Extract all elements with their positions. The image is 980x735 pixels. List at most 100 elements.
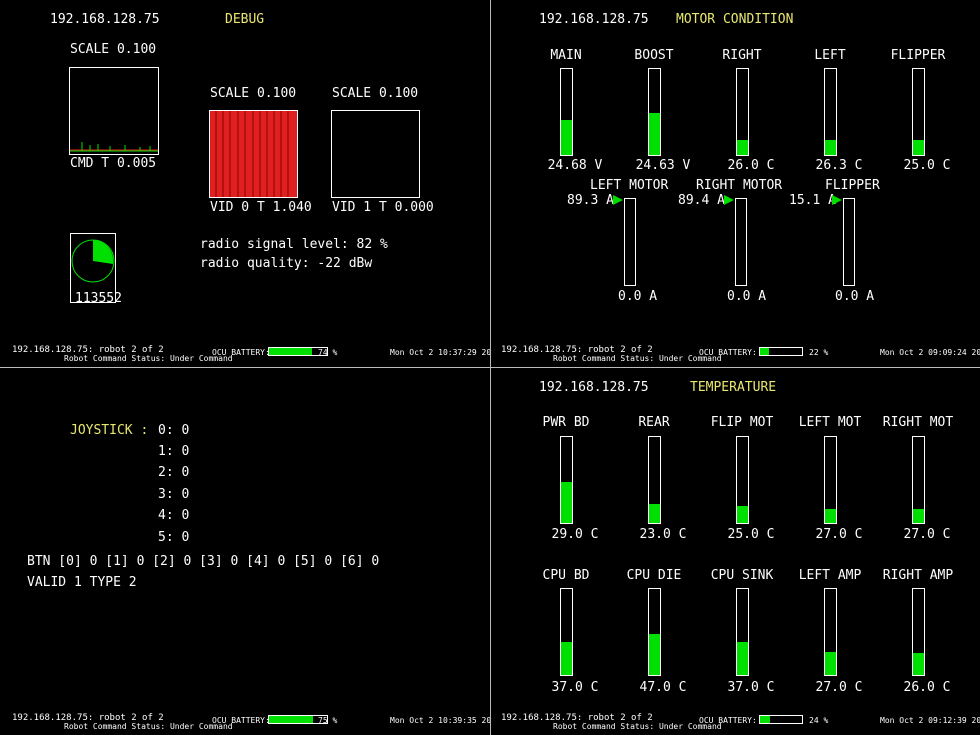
gauge-bar: [560, 588, 573, 676]
ocu-battery-percent: 74 %: [318, 348, 338, 357]
gauge-bar: [824, 68, 837, 156]
gauge-label: PWR BD: [542, 415, 590, 430]
gauge-bar: [560, 436, 573, 524]
joystick-axis-5: 5: 0: [158, 530, 190, 545]
gauge-bar: [736, 588, 749, 676]
current-right-arrow-icon: [724, 195, 734, 205]
gauge-fill: [913, 139, 924, 155]
cmd-plot: [69, 67, 159, 155]
gauge-fill: [913, 652, 924, 675]
gauge-value: 27.0 C: [815, 680, 863, 695]
gauge-bar: [648, 588, 661, 676]
ocu-battery-fill: [760, 348, 770, 355]
ocu-battery-bar: [759, 347, 803, 356]
gauge-fill: [913, 509, 924, 523]
status-command: Robot Command Status: Under Command: [64, 722, 233, 731]
status-time: Mon Oct 2 10:39:35 200: [390, 716, 490, 725]
gauge-fill: [825, 651, 836, 675]
gauge-label: RIGHT MOT: [882, 415, 954, 430]
joystick-axis-2: 2: 0: [158, 465, 190, 480]
cmd-plot-graph: [70, 142, 158, 152]
vid0-plot: [209, 110, 298, 198]
joystick-title: JOYSTICK :: [70, 423, 149, 438]
ocu-battery-label: OCU BATTERY:: [699, 716, 757, 725]
gauge-fill: [825, 509, 836, 523]
current-left-arrow-icon: [613, 195, 623, 205]
ocu-battery-fill: [760, 716, 771, 723]
gauge-fill: [561, 642, 572, 675]
temperature-panel: 192.168.128.75 TEMPERATURE PWR BD 29.0 C R…: [491, 368, 980, 735]
current-right-bottom: 0.0 A: [727, 289, 767, 304]
gauge-label: RIGHT: [722, 48, 762, 63]
panel-title: DEBUG: [225, 12, 265, 27]
current-left-label: LEFT MOTOR: [590, 178, 669, 193]
panel-ip: 192.168.128.75: [539, 12, 649, 27]
gauge-bar: [912, 588, 925, 676]
gauge-bar: [824, 436, 837, 524]
gauge-fill: [649, 633, 660, 675]
ocu-battery-label: OCU BATTERY:: [212, 348, 270, 357]
current-left-bar: [624, 198, 636, 286]
current-right-top: 89.4 A: [678, 193, 725, 208]
gauge-label: LEFT: [814, 48, 846, 63]
panel-ip: 192.168.128.75: [50, 12, 160, 27]
vid0-label: VID 0 T 1.040: [210, 200, 312, 215]
joystick-panel: JOYSTICK : 0: 0 1: 0 2: 0 3: 0 4: 0 5: 0…: [0, 368, 490, 735]
gauge-label: BOOST: [634, 48, 674, 63]
ocu-battery-fill: [269, 716, 313, 723]
gauge-bar: [560, 68, 573, 156]
gauge-label: LEFT MOT: [798, 415, 862, 430]
panel-title: TEMPERATURE: [690, 380, 777, 395]
gauge-value: 29.0 C: [551, 527, 599, 542]
gauge-value: 27.0 C: [903, 527, 951, 542]
joystick-valid-type: VALID 1 TYPE 2: [27, 575, 137, 590]
status-command: Robot Command Status: Under Command: [64, 354, 233, 363]
cmd-scale-label: SCALE 0.100: [70, 42, 157, 57]
ocu-battery-percent: 75 %: [318, 716, 338, 725]
gauge-label: REAR: [638, 415, 670, 430]
gauge-value: 24.63 V: [635, 158, 691, 173]
joystick-axis-0: 0: 0: [158, 423, 190, 438]
ocu-battery-label: OCU BATTERY:: [212, 716, 270, 725]
gauge-value: 37.0 C: [551, 680, 599, 695]
gauge-value: 26.3 C: [815, 158, 863, 173]
gauge-value: 25.0 C: [727, 527, 775, 542]
joystick-axis-4: 4: 0: [158, 508, 190, 523]
panel-title: MOTOR CONDITION: [676, 12, 794, 27]
vid1-label: VID 1 T 0.000: [332, 200, 434, 215]
gauge-bar: [736, 68, 749, 156]
vid1-scale-label: SCALE 0.100: [332, 86, 419, 101]
gauge-bar: [912, 436, 925, 524]
gauge-label: FLIP MOT: [710, 415, 774, 430]
gauge-value: 23.0 C: [639, 527, 687, 542]
current-flipper-bottom: 0.0 A: [835, 289, 875, 304]
gauge-bar: [648, 68, 661, 156]
gauge-fill: [737, 505, 748, 523]
gauge-fill: [737, 642, 748, 675]
radio-quality: radio quality: -22 dBw: [200, 256, 373, 271]
ocu-battery-percent: 24 %: [809, 716, 829, 725]
panel-ip: 192.168.128.75: [539, 380, 649, 395]
gauge-fill: [737, 139, 748, 155]
current-flipper-arrow-icon: [832, 195, 842, 205]
gauge-label: LEFT AMP: [798, 568, 862, 583]
gauge-bar: [824, 588, 837, 676]
gauge-fill: [561, 119, 572, 155]
status-command: Robot Command Status: Under Command: [553, 354, 722, 363]
current-right-label: RIGHT MOTOR: [696, 178, 783, 193]
gauge-value: 26.0 C: [903, 680, 951, 695]
current-left-top: 89.3 A: [567, 193, 614, 208]
gauge-bar: [736, 436, 749, 524]
gauge-label: FLIPPER: [890, 48, 946, 63]
status-command: Robot Command Status: Under Command: [553, 722, 722, 731]
gauge-fill: [825, 139, 836, 155]
vid1-plot: [331, 110, 420, 198]
gauge-bar: [648, 436, 661, 524]
debug-panel: 192.168.128.75 DEBUG SCALE 0.100 CMD T 0…: [0, 0, 490, 367]
joystick-axis-3: 3: 0: [158, 487, 190, 502]
gauge-value: 25.0 C: [903, 158, 951, 173]
packet-counter: 113552: [75, 291, 122, 306]
vid0-scale-label: SCALE 0.100: [210, 86, 297, 101]
ocu-battery-fill: [269, 348, 312, 355]
signal-pie-icon: [71, 239, 115, 283]
